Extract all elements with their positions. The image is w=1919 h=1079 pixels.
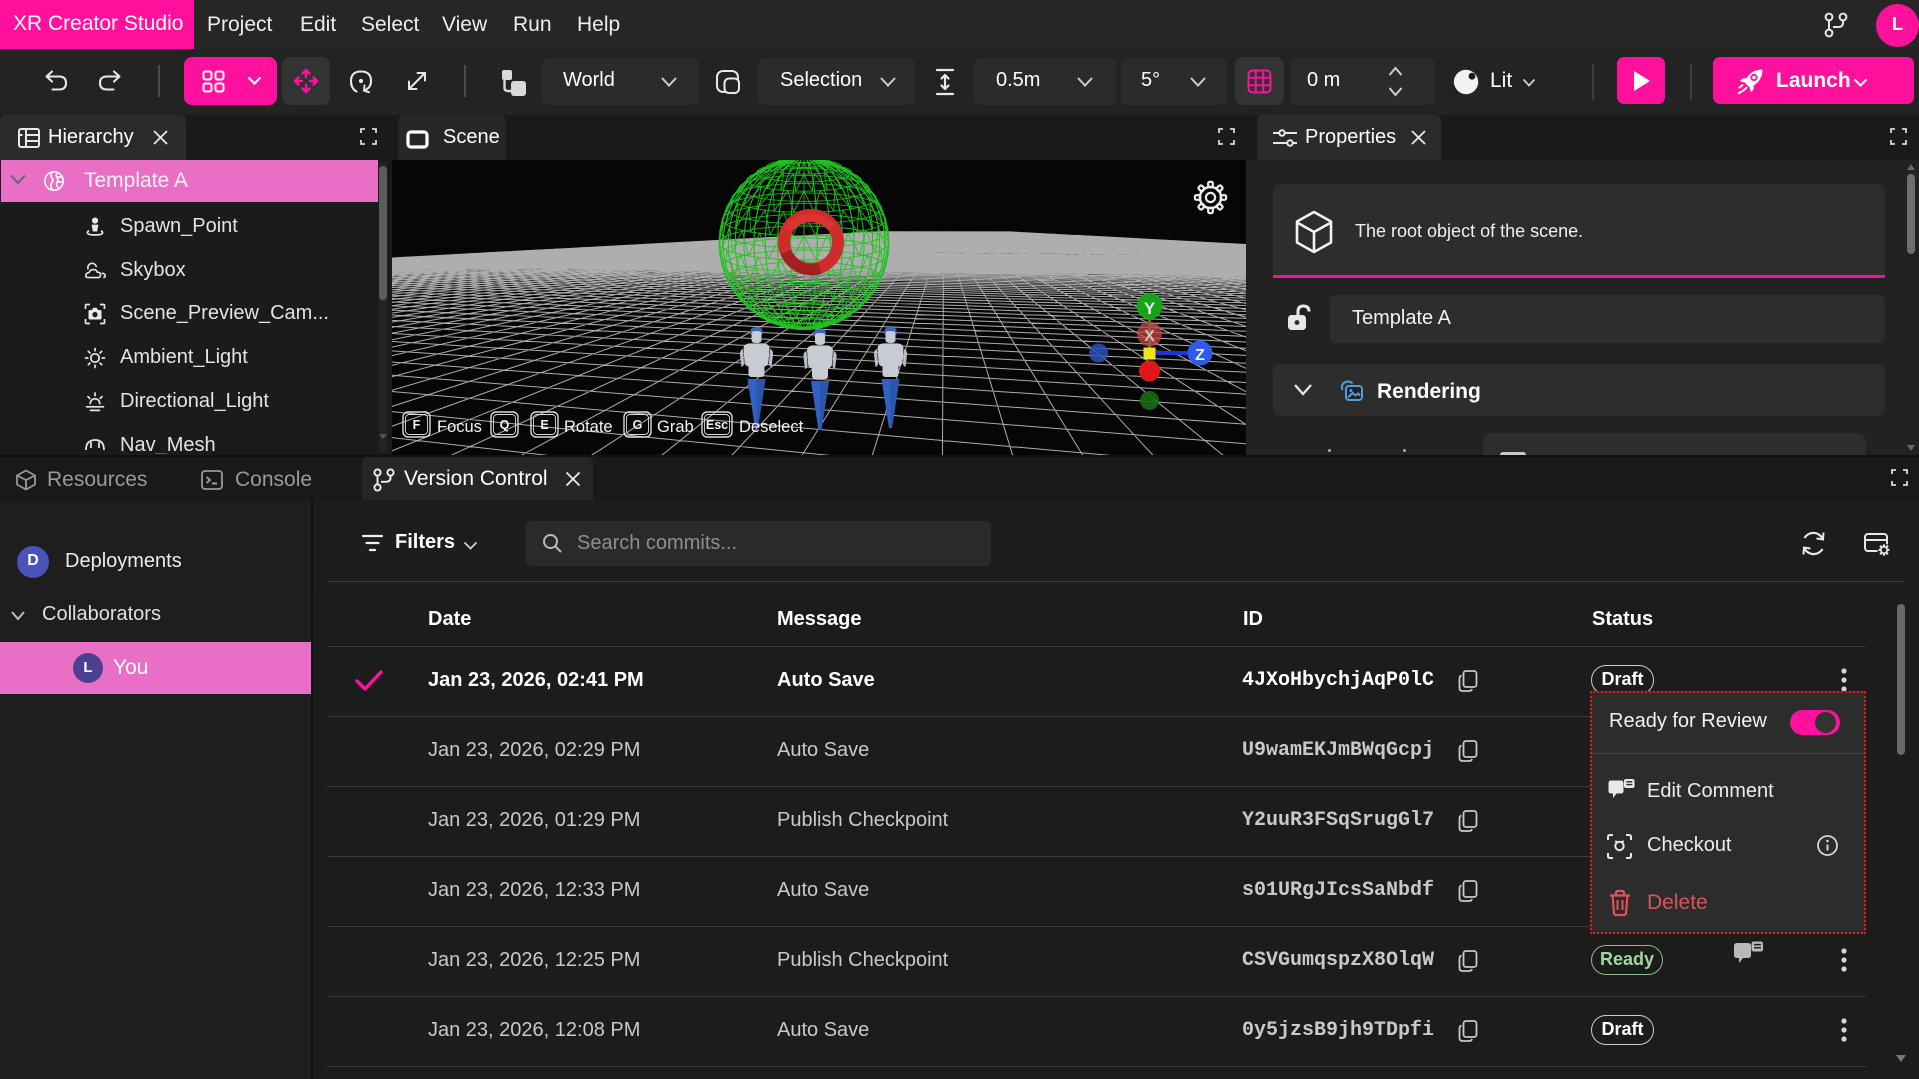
svg-text:Esc: Esc [706, 418, 728, 432]
svg-text:Grab: Grab [657, 418, 694, 436]
svg-text:Deselect: Deselect [739, 418, 804, 436]
svg-text:Q: Q [500, 418, 510, 432]
svg-text:Rotate: Rotate [564, 418, 613, 436]
svg-text:Z: Z [1195, 347, 1205, 364]
svg-text:X: X [1144, 328, 1155, 345]
svg-text:G: G [633, 418, 643, 432]
svg-text:Y: Y [1144, 299, 1156, 318]
svg-text:Focus: Focus [437, 418, 482, 436]
svg-text:F: F [413, 418, 421, 432]
svg-text:E: E [540, 418, 548, 432]
